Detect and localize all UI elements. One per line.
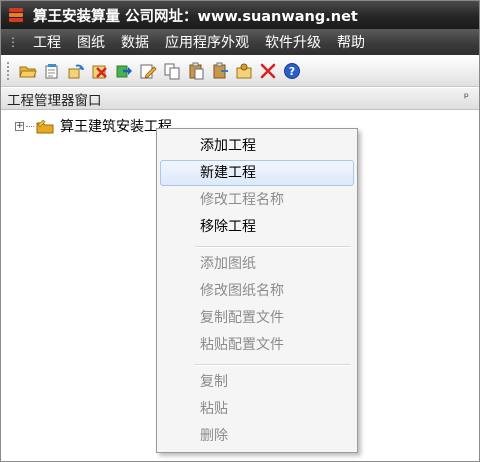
export-button[interactable] [113, 60, 135, 82]
edit-button[interactable] [137, 60, 159, 82]
ctx-copy: 复制 [200, 374, 228, 390]
menu-project[interactable]: 工程 [25, 32, 69, 52]
pin-icon[interactable]: ᵖ [464, 90, 469, 104]
ctx-delete: 删除 [200, 428, 228, 444]
menu-appearance[interactable]: 应用程序外观 [157, 32, 257, 52]
paste-button[interactable] [185, 60, 207, 82]
help-button[interactable]: ? [281, 60, 303, 82]
ctx-rename-drawing: 修改图纸名称 [200, 283, 284, 299]
menu-help[interactable]: 帮助 [329, 32, 373, 52]
ctx-separator [195, 246, 351, 248]
paste-icon [189, 62, 204, 79]
menu-data[interactable]: 数据 [113, 32, 157, 52]
app-window: 算王安装算量 公司网址：www.suanwang.net ⋮ 工程 图纸 数据 … [0, 0, 480, 462]
help-icon: ? [284, 62, 300, 79]
title-bar[interactable]: 算王安装算量 公司网址：www.suanwang.net [1, 1, 479, 29]
ctx-rename-project: 修改工程名称 [200, 192, 284, 208]
context-menu: 添加工程 新建工程 修改工程名称 移除工程 添加图纸 修改图纸名称 复制配置文件… [156, 128, 358, 453]
open-folder-button[interactable] [17, 60, 39, 82]
delete-project-button[interactable] [89, 60, 111, 82]
ctx-add-project[interactable]: 添加工程 [160, 133, 354, 159]
project-manager-panel-header: 工程管理器窗口 ᵖ [1, 88, 479, 110]
clipboard-icon [213, 62, 228, 78]
expand-icon[interactable]: + [15, 121, 24, 131]
new-project-icon [45, 63, 58, 78]
copy-button[interactable] [161, 60, 183, 82]
copy-icon [164, 63, 180, 79]
config-icon [236, 63, 252, 78]
toolbar: ? [1, 55, 479, 87]
project-icon [36, 119, 54, 134]
config-button[interactable] [233, 60, 255, 82]
svg-text:?: ? [289, 65, 295, 78]
close-x-icon [260, 63, 276, 78]
ctx-new-project[interactable]: 新建工程 [160, 160, 354, 186]
close-button[interactable] [257, 60, 279, 82]
ctx-copy-config: 复制配置文件 [200, 310, 284, 326]
menu-bar: ⋮ 工程 图纸 数据 应用程序外观 软件升级 帮助 [1, 29, 479, 55]
ctx-paste: 粘贴 [200, 401, 228, 417]
ctx-add-drawing: 添加图纸 [200, 256, 256, 272]
export-icon [116, 65, 132, 77]
ctx-paste-config: 粘贴配置文件 [200, 337, 284, 353]
edit-icon [140, 64, 157, 79]
tree-root-node[interactable]: + 算王建筑安装工程 [15, 116, 172, 136]
refresh-icon [68, 64, 84, 78]
menubar-grip-icon[interactable]: ⋮ [7, 35, 19, 49]
toolbar-grip[interactable] [7, 61, 11, 80]
panel-title: 工程管理器窗口 [7, 92, 102, 109]
ctx-remove-project[interactable]: 移除工程 [160, 214, 354, 240]
clipboard-button[interactable] [209, 60, 231, 82]
open-folder-icon [19, 66, 37, 77]
ctx-separator [195, 364, 351, 366]
refresh-button[interactable] [65, 60, 87, 82]
new-project-button[interactable] [41, 60, 63, 82]
menu-drawings[interactable]: 图纸 [69, 32, 113, 52]
window-title: 算王安装算量 公司网址：www.suanwang.net [33, 8, 358, 25]
app-logo-icon [9, 7, 23, 23]
delete-project-icon [92, 65, 107, 78]
menu-upgrade[interactable]: 软件升级 [257, 32, 329, 52]
